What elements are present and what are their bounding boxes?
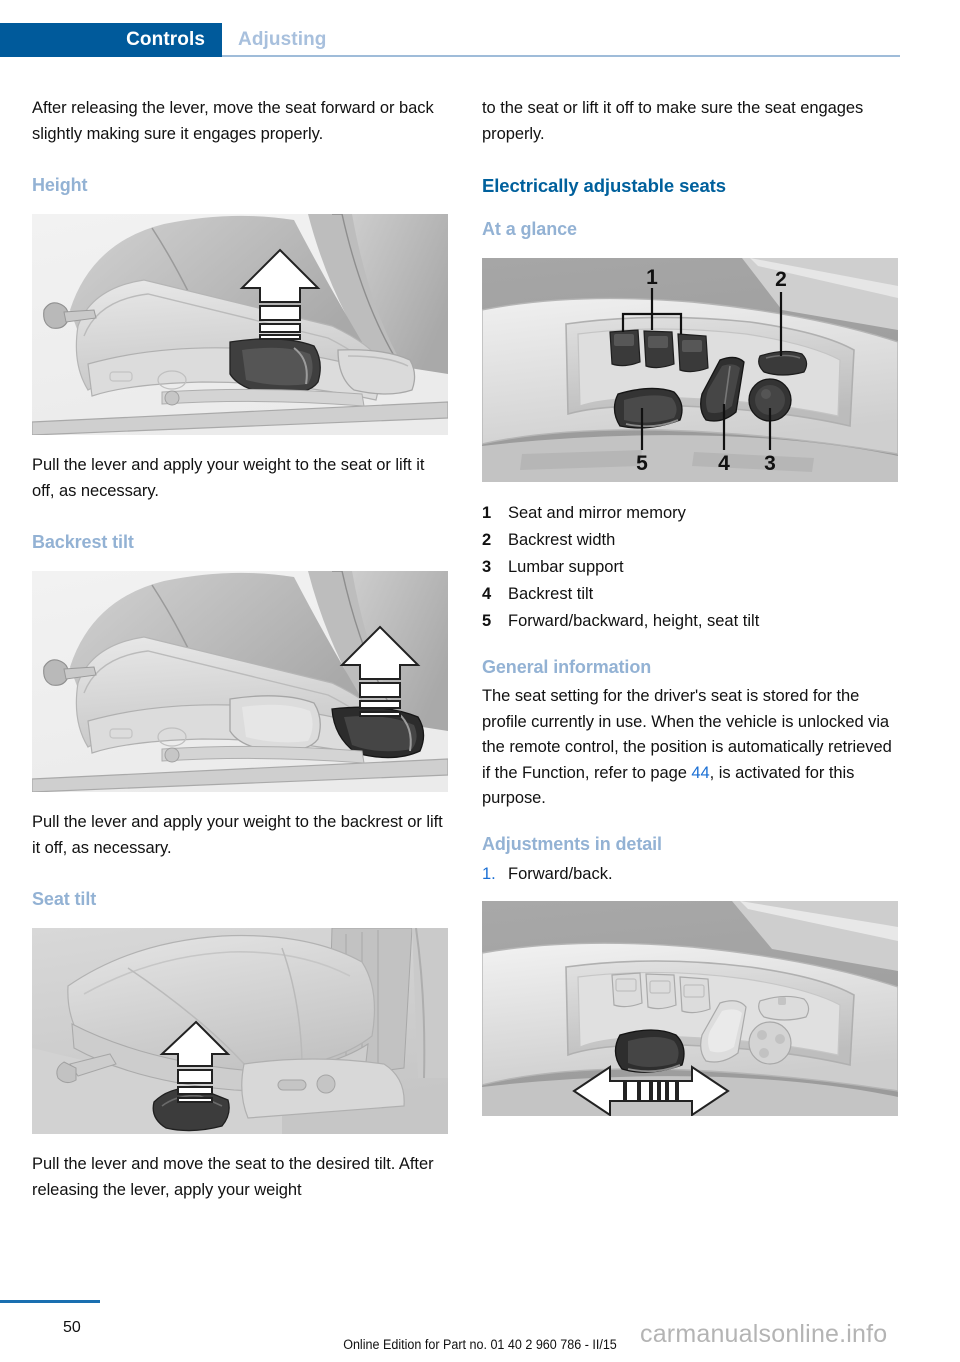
page-number: 50 [63, 1319, 81, 1336]
svg-text:1: 1 [646, 266, 658, 289]
heading-at-a-glance: At a glance [482, 219, 577, 239]
footer-divider [0, 1300, 100, 1303]
header-divider [222, 55, 900, 57]
heading-adjustments-in-detail: Adjustments in detail [482, 833, 662, 854]
svg-text:5: 5 [636, 452, 648, 475]
legend-label: Backrest width [508, 531, 616, 549]
heading-height: Height [32, 175, 88, 195]
legend-number: 2 [482, 531, 492, 549]
left-column: After releasing the lever, move the seat… [32, 96, 448, 1203]
svg-text:2: 2 [775, 268, 787, 291]
legend-label: Seat and mirror memory [508, 504, 686, 522]
legend-item: 3 Lumbar support [482, 554, 898, 581]
breadcrumb-tab-adjusting[interactable]: Adjusting [238, 23, 327, 57]
legend-item: 4 Backrest tilt [482, 581, 898, 608]
right-column: to the seat or lift it off to make sure … [482, 96, 898, 1116]
intro-paragraph: After releasing the lever, move the seat… [32, 99, 434, 143]
legend-item: 1 Seat and mirror memory [482, 500, 898, 527]
legend-item: 5 Forward/backward, height, seat tilt [482, 608, 898, 635]
legend-number: 4 [482, 585, 492, 603]
legend-number: 5 [482, 612, 492, 630]
step-label: Forward/back. [508, 864, 613, 883]
figure-forward-back [482, 900, 898, 1116]
caption-backrest-tilt: Pull the lever and apply your weight to … [32, 813, 443, 857]
legend-label: Forward/backward, height, seat tilt [508, 612, 760, 630]
step-number: 1. [482, 864, 496, 883]
breadcrumb-tab-controls[interactable]: Controls [0, 23, 222, 57]
heading-backrest-tilt: Backrest tilt [32, 532, 134, 552]
list-item: 1. Forward/back. [482, 861, 898, 887]
site-watermark: carmanualsonline.info [640, 1320, 888, 1348]
legend-label: Backrest tilt [508, 585, 594, 603]
figure-seat-height [32, 214, 448, 435]
heading-general-information: General information [482, 657, 652, 677]
adjustment-steps-list: 1. Forward/back. [482, 861, 898, 887]
heading-seat-tilt: Seat tilt [32, 889, 97, 909]
seat-controls-legend: 1 Seat and mirror memory 2 Backrest widt… [482, 500, 898, 635]
legend-number: 1 [482, 504, 492, 522]
svg-text:3: 3 [764, 452, 776, 475]
legend-item: 2 Backrest width [482, 527, 898, 554]
continued-paragraph: to the seat or lift it off to make sure … [482, 99, 864, 143]
caption-seat-tilt: Pull the lever and move the seat to the … [32, 1155, 434, 1199]
legend-number: 3 [482, 558, 492, 576]
figure-backrest-tilt [32, 571, 448, 792]
page-header: Controls Adjusting [0, 0, 960, 62]
caption-height: Pull the lever and apply your weight to … [32, 456, 425, 500]
figure-seat-tilt [32, 928, 448, 1134]
heading-electrically-adjustable-seats: Electrically adjustable seats [482, 175, 726, 196]
page-reference-link[interactable]: 44 [691, 764, 709, 782]
figure-seat-control-panel: 1 2 3 4 5 [482, 258, 898, 482]
legend-label: Lumbar support [508, 558, 624, 576]
svg-text:4: 4 [718, 452, 730, 475]
general-information-paragraph: The seat setting for the driver's seat i… [482, 684, 898, 812]
